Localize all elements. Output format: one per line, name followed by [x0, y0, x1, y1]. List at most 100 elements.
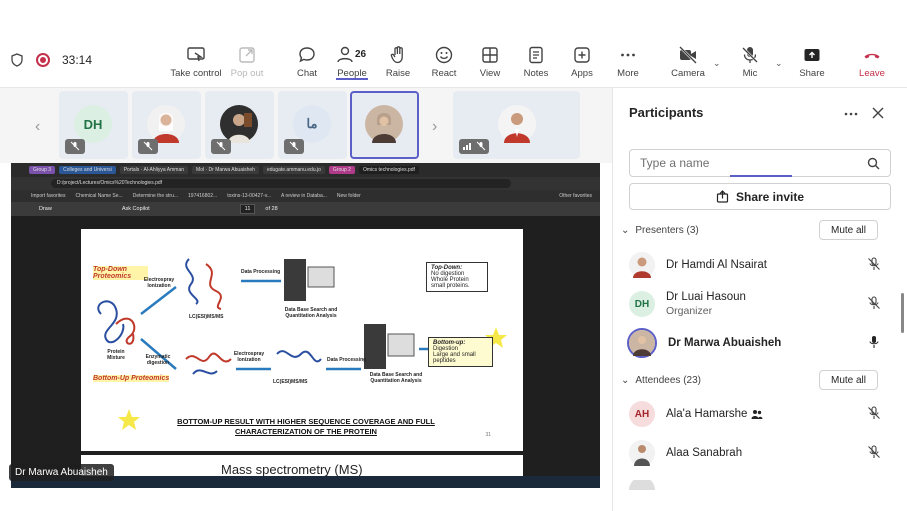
participant-row[interactable]: DH Dr Luai Hasoun Organizer — [629, 289, 891, 319]
leave-button[interactable]: Leave — [842, 45, 902, 79]
plus-square-icon — [574, 47, 590, 63]
strip-prev-arrow-icon[interactable]: ‹ — [35, 118, 40, 136]
page-total: of 28 — [265, 206, 278, 212]
hand-icon — [390, 46, 403, 64]
mic-off-icon — [868, 257, 880, 270]
strip-next-arrow-icon[interactable]: › — [432, 118, 437, 136]
page-number-input[interactable]: 11 — [239, 204, 256, 214]
participant-name: Dr Hamdi Al Nsairat — [666, 259, 767, 271]
bookmarks-bar: Import favorites Chemical Name Se... Det… — [11, 190, 600, 202]
avatar-photo — [629, 440, 655, 466]
panel-scrollbar[interactable] — [901, 293, 904, 333]
bookmark[interactable]: Import favorites — [31, 193, 65, 199]
mic-label: Mic — [742, 68, 758, 79]
avatar: DH — [629, 291, 655, 317]
browser-tab[interactable]: Group 3 — [29, 166, 56, 174]
bookmark[interactable]: toxins-13-00427-v... — [227, 193, 271, 199]
panel-title: Participants — [629, 105, 704, 120]
intact-protein-graphic — [185, 258, 222, 310]
bookmark[interactable]: Chemical Name Se... — [75, 193, 122, 199]
camera-button[interactable]: Camera — [658, 45, 718, 79]
video-tile-6[interactable] — [453, 91, 580, 159]
more-button[interactable]: More — [598, 45, 658, 79]
share-invite-button[interactable]: Share invite — [629, 183, 891, 210]
ask-copilot-tool[interactable]: Ask Copilot — [122, 206, 150, 212]
browser-tab-active[interactable]: Omics technologies.pdf — [358, 166, 419, 174]
avatar-photo-speaking — [627, 328, 657, 358]
db-search-label-2: Data Base Search and Quantitation Analys… — [369, 372, 423, 384]
person-photo-icon — [498, 105, 536, 143]
mic-off-icon — [143, 141, 153, 151]
video-tile-2[interactable] — [132, 91, 201, 159]
browser-tab[interactable]: edugate.ammanu.edu.jo — [262, 166, 325, 174]
participant-row[interactable]: Dr Hamdi Al Nsairat — [629, 250, 891, 280]
bookmark[interactable]: Determine the stru... — [133, 193, 178, 199]
mic-off-icon — [70, 141, 80, 151]
bookmark[interactable]: Other favorites — [559, 193, 592, 199]
person-photo-icon — [147, 105, 185, 143]
participant-row-partial[interactable] — [629, 480, 891, 490]
digested-peptides-graphic — [185, 352, 232, 375]
browser-tab[interactable]: Mol · Dr Marwa Abuaisheh — [192, 166, 259, 174]
smiley-icon — [435, 46, 453, 64]
lcms-label: LC(ESI)MS/MS — [189, 314, 224, 320]
chevron-down-icon: ⌄ — [621, 375, 630, 386]
more-options-icon[interactable] — [844, 107, 858, 121]
data-processing-label: Data Processing — [241, 269, 281, 275]
avatar: AH — [629, 401, 655, 427]
data-processing-label-2: Data Processing — [327, 357, 367, 363]
shield-icon[interactable] — [10, 53, 24, 67]
shared-screen: Group 3 Colleges and Universi Portals · … — [11, 163, 600, 488]
mic-off-icon — [289, 141, 299, 151]
top-down-item: small proteins. — [431, 283, 470, 289]
meeting-timer: 33:14 — [62, 53, 93, 67]
video-tile-1[interactable]: DH — [59, 91, 128, 159]
browser-tab-bar: Group 3 Colleges and Universi Portals · … — [11, 163, 600, 177]
participant-row[interactable]: Alaa Sanabrah — [629, 438, 891, 468]
next-slide-title: Mass spectrometry (MS) — [221, 462, 363, 477]
camera-label: Camera — [671, 68, 705, 79]
attendees-section-header[interactable]: ⌄ Attendees (23) — [621, 375, 701, 386]
protein-mixture-label: Protein Mixture — [107, 349, 125, 361]
share-button[interactable]: Share — [782, 45, 842, 79]
browser-tab[interactable]: Colleges and Universi — [59, 166, 116, 174]
address-bar: D:/project/Lectures/Omics%20Technologies… — [11, 177, 600, 190]
bookmark[interactable]: New folder — [337, 193, 361, 199]
search-icon[interactable] — [867, 157, 880, 170]
draw-tool[interactable]: Draw — [39, 206, 52, 212]
participant-search-input[interactable]: Type a name — [629, 149, 891, 177]
share-invite-label: Share invite — [735, 189, 805, 204]
presenters-section-header[interactable]: ⌄ Presenters (3) — [621, 225, 699, 236]
close-icon[interactable] — [872, 107, 884, 119]
top-down-box: Top-Down: No digestion Whole Protein sma… — [426, 262, 488, 292]
mic-off-icon — [742, 47, 758, 63]
mute-all-presenters-button[interactable]: Mute all — [819, 220, 878, 240]
url-field[interactable]: D:/project/Lectures/Omics%20Technologies… — [51, 179, 511, 188]
pdf-slide: Top-Down Proteomics Bottom-Up Proteomics… — [81, 229, 523, 451]
notes-label: Notes — [523, 68, 549, 79]
person-photo-icon — [629, 440, 655, 466]
bookmark[interactable]: A review in Databa... — [281, 193, 327, 199]
video-tile-3[interactable] — [205, 91, 274, 159]
search-focus-underline — [730, 175, 792, 177]
participant-role: Organizer — [666, 305, 713, 317]
chevron-down-icon: ⌄ — [621, 225, 630, 236]
people-icon — [751, 410, 763, 419]
mic-button[interactable]: Mic — [720, 45, 780, 79]
video-tile-4[interactable]: ما — [278, 91, 347, 159]
bookmark[interactable]: 197416802... — [188, 193, 217, 199]
participant-row[interactable]: AH Ala'a Hamarshe — [629, 399, 891, 429]
pop-out-button[interactable]: Pop out — [217, 45, 277, 79]
presenters-label: Presenters (3) — [635, 225, 699, 236]
participant-row[interactable]: Dr Marwa Abuaisheh — [627, 328, 891, 358]
avatar-photo — [220, 105, 258, 143]
tile-muted-badge — [284, 139, 304, 154]
avatar-photo — [629, 252, 655, 278]
browser-tab[interactable]: Portals · Al-Ahliyya Amman — [119, 166, 189, 174]
browser-tab[interactable]: Group 2 — [328, 166, 355, 174]
person-photo-icon — [629, 252, 655, 278]
video-tile-5-selected[interactable] — [350, 91, 419, 159]
mic-off-icon — [476, 141, 486, 151]
mute-all-attendees-button[interactable]: Mute all — [819, 370, 878, 390]
avatar-photo — [629, 480, 655, 490]
